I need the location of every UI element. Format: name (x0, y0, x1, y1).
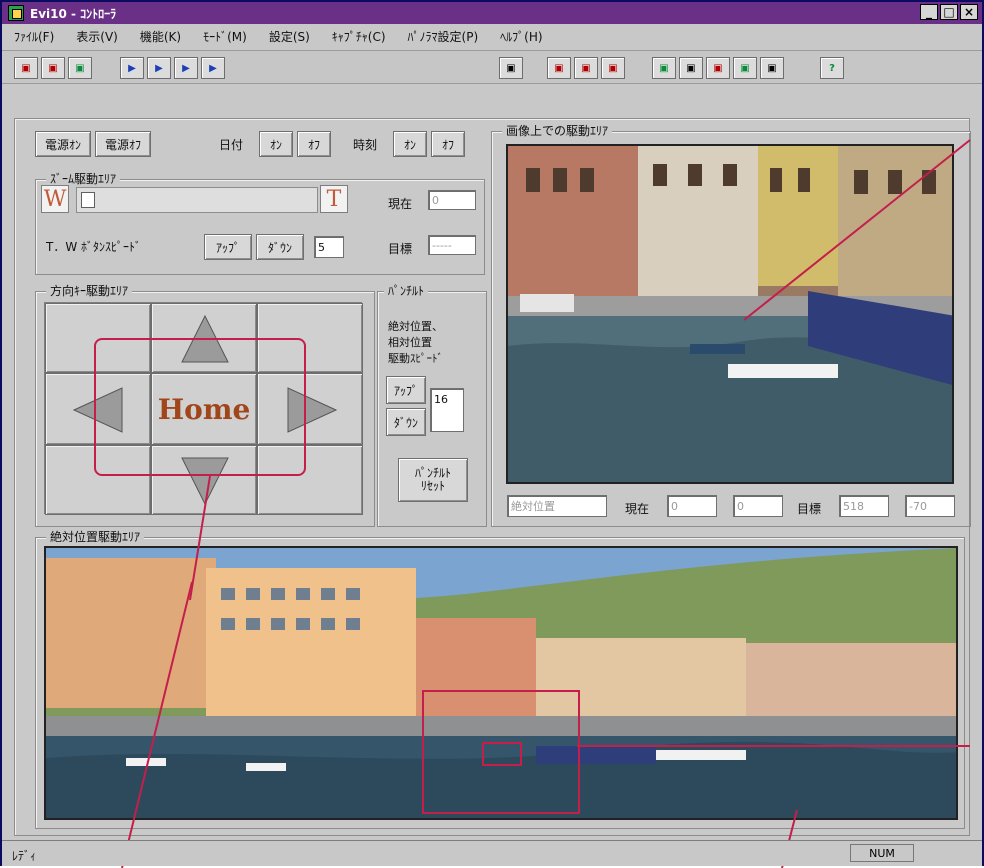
pantilt-title: ﾊﾟﾝﾁﾙﾄ (384, 282, 429, 299)
toolbar-button-7[interactable]: ▶ (201, 57, 225, 79)
minimize-button[interactable]: _ (920, 4, 938, 20)
zoom-target-field[interactable]: ----- (428, 235, 476, 255)
camera-image[interactable] (506, 144, 954, 484)
position-target-x-field[interactable]: 518 (839, 495, 889, 517)
toolbar-button-3[interactable]: ▣ (68, 57, 92, 79)
power-off-button[interactable]: 電源ｵﾌ (95, 131, 151, 157)
date-label: 日付 (219, 138, 244, 152)
position-target-y-field[interactable]: -70 (905, 495, 955, 517)
direction-area-title: 方向ｷｰ駆動ｴﾘｱ (46, 282, 133, 299)
maximize-button[interactable]: □ (940, 4, 958, 20)
pantilt-speed-up-button[interactable]: ｱｯﾌﾟ (386, 376, 426, 404)
menu-capture[interactable]: ｷｬﾌﾟﾁｬ(C) (332, 28, 386, 45)
zoom-slider[interactable] (76, 187, 318, 213)
toolbar: ▣ ▣ ▣ ▶ ▶ ▶ ▶ ▣ ▣ ▣ ▣ ▣ ▣ ▣ ▣ ▣ ? (2, 50, 982, 84)
pantilt-reset-button[interactable]: ﾊﾟﾝﾁﾙﾄ ﾘｾｯﾄ (398, 458, 468, 502)
pantilt-area: ﾊﾟﾝﾁﾙﾄ 絶対位置、 相対位置 駆動ｽﾋﾟｰﾄﾞ ｱｯﾌﾟ ﾀﾞｳﾝ 16 … (377, 282, 487, 527)
zoom-speed-up-button[interactable]: ｱｯﾌﾟ (204, 234, 252, 260)
power-on-button[interactable]: 電源ｵﾝ (35, 131, 91, 157)
toolbar-button-12[interactable]: ▣ (652, 57, 676, 79)
toolbar-button-4[interactable]: ▶ (120, 57, 144, 79)
status-bar: ﾚﾃﾞｨ NUM (2, 840, 982, 866)
pantilt-speed-down-button[interactable]: ﾀﾞｳﾝ (386, 408, 426, 436)
toolbar-button-2[interactable]: ▣ (41, 57, 65, 79)
toolbar-button-1[interactable]: ▣ (14, 57, 38, 79)
pantilt-speed-field[interactable]: 16 (430, 388, 464, 432)
position-current-x-field[interactable]: 0 (667, 495, 717, 517)
zoom-slider-thumb[interactable] (81, 192, 95, 208)
pantilt-desc-3: 駆動ｽﾋﾟｰﾄﾞ (388, 352, 443, 365)
menu-function[interactable]: 機能(K) (140, 28, 181, 45)
menu-panorama-settings[interactable]: ﾊﾟﾉﾗﾏ設定(P) (408, 28, 479, 45)
num-lock-indicator: NUM (850, 844, 914, 862)
position-target-label: 目標 (797, 502, 822, 516)
direction-highlight-box (94, 338, 306, 476)
absolute-position-field[interactable]: 絶対位置 (507, 495, 607, 517)
zoom-wide-button[interactable]: W (41, 185, 69, 213)
close-button[interactable]: × (960, 4, 978, 20)
pantilt-reset-line-2: ﾘｾｯﾄ (420, 479, 445, 493)
toolbar-button-9[interactable]: ▣ (547, 57, 571, 79)
toolbar-button-6[interactable]: ▶ (174, 57, 198, 79)
pantilt-desc-1: 絶対位置、 (388, 320, 443, 333)
toolbar-button-11[interactable]: ▣ (601, 57, 625, 79)
app-icon (8, 5, 24, 21)
zoom-speed-down-button[interactable]: ﾀﾞｳﾝ (256, 234, 304, 260)
panorama-target-box (482, 742, 522, 766)
image-area-title: 画像上での駆動ｴﾘｱ (502, 122, 613, 139)
zoom-area: ｽﾞｰﾑ駆動ｴﾘｱ W T 現在 0 T．W ﾎﾞﾀﾝｽﾋﾟｰﾄﾞ ｱｯﾌﾟ ﾀ… (35, 170, 485, 275)
zoom-current-label: 現在 (388, 197, 413, 211)
position-current-label: 現在 (625, 502, 650, 516)
position-current-y-field[interactable]: 0 (733, 495, 783, 517)
date-on-button[interactable]: ｵﾝ (259, 131, 293, 157)
harbor-town-image (508, 146, 952, 482)
menu-file[interactable]: ﾌｧｲﾙ(F) (14, 28, 54, 45)
pantilt-desc-2: 相対位置 (388, 336, 432, 349)
toolbar-button-14[interactable]: ▣ (706, 57, 730, 79)
status-text: ﾚﾃﾞｨ (12, 849, 37, 863)
menu-settings[interactable]: 設定(S) (269, 28, 310, 45)
menu-help[interactable]: ﾍﾙﾌﾟ(H) (500, 28, 542, 45)
menu-view[interactable]: 表示(V) (76, 28, 118, 45)
zoom-current-field[interactable]: 0 (428, 190, 476, 210)
window-controls: _ □ × (920, 4, 978, 20)
date-off-button[interactable]: ｵﾌ (297, 131, 331, 157)
window-title: Evi10 - ｺﾝﾄﾛｰﾗ (30, 6, 117, 21)
zoom-tele-button[interactable]: T (320, 185, 348, 213)
toolbar-button-15[interactable]: ▣ (733, 57, 757, 79)
zoom-speed-field[interactable]: 5 (314, 236, 344, 258)
help-button[interactable]: ? (820, 57, 844, 79)
toolbar-button-13[interactable]: ▣ (679, 57, 703, 79)
tw-speed-label: T．W ﾎﾞﾀﾝｽﾋﾟｰﾄﾞ (46, 240, 142, 254)
menu-bar: ﾌｧｲﾙ(F) 表示(V) 機能(K) ﾓｰﾄﾞ(M) 設定(S) ｷｬﾌﾟﾁｬ… (2, 24, 982, 48)
panorama-title: 絶対位置駆動ｴﾘｱ (46, 528, 145, 545)
toolbar-button-10[interactable]: ▣ (574, 57, 598, 79)
time-on-button[interactable]: ｵﾝ (393, 131, 427, 157)
title-bar: Evi10 - ｺﾝﾄﾛｰﾗ _ □ × (2, 2, 982, 24)
zoom-target-label: 目標 (388, 242, 413, 256)
time-label: 時刻 (353, 138, 378, 152)
time-off-button[interactable]: ｵﾌ (431, 131, 465, 157)
application-window: Evi10 - ｺﾝﾄﾛｰﾗ _ □ × ﾌｧｲﾙ(F) 表示(V) 機能(K)… (0, 0, 984, 868)
menu-mode[interactable]: ﾓｰﾄﾞ(M) (203, 28, 247, 45)
toolbar-button-8[interactable]: ▣ (499, 57, 523, 79)
toolbar-button-5[interactable]: ▶ (147, 57, 171, 79)
toolbar-button-16[interactable]: ▣ (760, 57, 784, 79)
